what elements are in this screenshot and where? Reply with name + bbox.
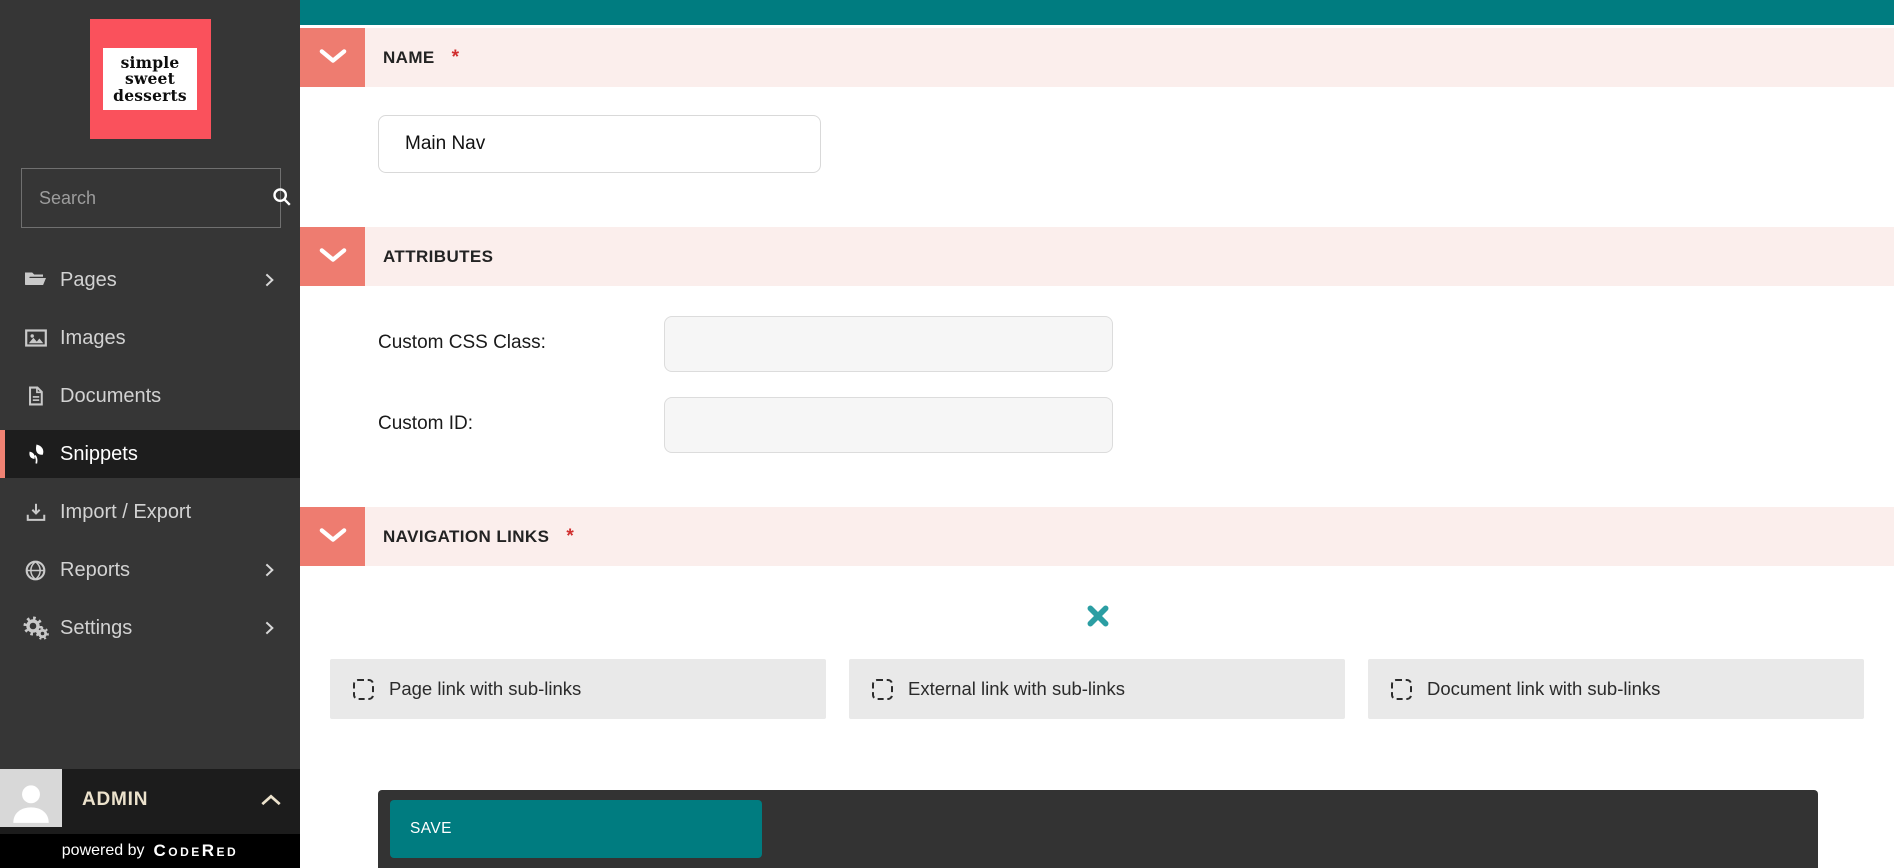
sidebar: simple sweet desserts Pages bbox=[0, 0, 300, 868]
codered-logo: CodeRed bbox=[153, 841, 239, 860]
logo-line: desserts bbox=[113, 85, 187, 105]
top-teal-bar bbox=[300, 0, 1894, 25]
document-icon bbox=[22, 384, 49, 408]
powered-by-bar: powered by CodeRed bbox=[0, 834, 300, 868]
sidebar-item-pages[interactable]: Pages bbox=[0, 256, 300, 304]
user-name: ADMIN bbox=[82, 789, 149, 810]
add-page-link-button[interactable]: Page link with sub-links bbox=[330, 659, 826, 719]
sidebar-item-label: Snippets bbox=[60, 442, 138, 465]
sidebar-item-label: Documents bbox=[60, 384, 162, 407]
site-logo[interactable]: simple sweet desserts bbox=[89, 19, 211, 139]
sidebar-item-documents[interactable]: Documents bbox=[0, 372, 300, 420]
sidebar-item-reports[interactable]: Reports bbox=[0, 546, 300, 594]
sidebar-item-images[interactable]: Images bbox=[0, 314, 300, 362]
section-title: NAVIGATION LINKS bbox=[383, 526, 550, 546]
add-button-label: Document link with sub-links bbox=[1427, 678, 1661, 699]
block-placeholder-icon bbox=[353, 678, 374, 700]
custom-css-class-label: Custom CSS Class: bbox=[378, 332, 546, 353]
sidebar-item-label: Settings bbox=[60, 616, 133, 639]
section-title: ATTRIBUTES bbox=[383, 246, 494, 266]
section-header-navigation-links: NAVIGATION LINKS * bbox=[300, 507, 1894, 566]
main-content: NAME * ATTRIBUTES Custom CSS Class: Cust… bbox=[300, 0, 1894, 868]
section-band: NAVIGATION LINKS * bbox=[365, 507, 1894, 566]
chevron-down-icon bbox=[319, 527, 347, 546]
required-asterisk: * bbox=[451, 46, 460, 68]
section-header-attributes: ATTRIBUTES bbox=[300, 227, 1894, 286]
add-button-label: Page link with sub-links bbox=[389, 678, 582, 699]
add-link-buttons-row: Page link with sub-links External link w… bbox=[330, 659, 1864, 719]
collapse-button[interactable] bbox=[300, 227, 365, 286]
folder-icon bbox=[22, 269, 49, 291]
block-placeholder-icon bbox=[1391, 678, 1412, 700]
search-button[interactable] bbox=[271, 169, 293, 227]
user-account-row[interactable]: ADMIN bbox=[0, 769, 300, 834]
image-icon bbox=[22, 326, 49, 350]
save-button[interactable]: SAVE bbox=[390, 800, 762, 858]
globe-icon bbox=[22, 559, 49, 582]
chevron-right-icon bbox=[260, 270, 278, 295]
add-button-label: External link with sub-links bbox=[908, 678, 1125, 699]
name-field[interactable] bbox=[378, 115, 821, 173]
sidebar-item-label: Images bbox=[60, 326, 126, 349]
form-actions-bar: SAVE bbox=[378, 790, 1818, 868]
section-band: NAME * bbox=[365, 28, 1894, 87]
chevron-down-icon bbox=[319, 48, 347, 67]
sidebar-item-label: Import / Export bbox=[60, 500, 192, 523]
snippet-icon bbox=[22, 442, 49, 466]
chevron-right-icon bbox=[260, 618, 278, 643]
chevron-right-icon bbox=[260, 560, 278, 585]
sidebar-item-label: Pages bbox=[60, 268, 117, 291]
sidebar-item-settings[interactable]: Settings bbox=[0, 604, 300, 652]
block-placeholder-icon bbox=[872, 678, 893, 700]
close-icon bbox=[1086, 605, 1110, 631]
custom-id-label: Custom ID: bbox=[378, 413, 474, 434]
required-asterisk: * bbox=[566, 525, 574, 547]
search-icon bbox=[271, 186, 293, 211]
chevron-down-icon bbox=[319, 247, 347, 266]
section-band: ATTRIBUTES bbox=[365, 227, 1894, 286]
powered-by-text: powered by bbox=[61, 842, 145, 859]
search-input[interactable] bbox=[22, 187, 271, 209]
chevron-up-icon[interactable] bbox=[260, 793, 282, 812]
custom-css-class-field[interactable] bbox=[664, 316, 1113, 372]
sidebar-search bbox=[21, 168, 291, 228]
download-icon bbox=[22, 501, 49, 524]
add-external-link-button[interactable]: External link with sub-links bbox=[849, 659, 1345, 719]
section-header-name: NAME * bbox=[300, 28, 1894, 87]
sidebar-nav: Pages Images Documents Snippets Import /… bbox=[0, 256, 300, 652]
section-title: NAME bbox=[383, 47, 435, 67]
gears-icon bbox=[22, 616, 49, 640]
avatar bbox=[0, 769, 62, 827]
sidebar-item-label: Reports bbox=[60, 558, 131, 581]
sidebar-item-snippets[interactable]: Snippets bbox=[0, 430, 300, 478]
add-document-link-button[interactable]: Document link with sub-links bbox=[1368, 659, 1864, 719]
app-root: simple sweet desserts Pages bbox=[0, 0, 1894, 868]
collapse-button[interactable] bbox=[300, 507, 365, 566]
custom-id-field[interactable] bbox=[664, 397, 1113, 453]
sidebar-item-import-export[interactable]: Import / Export bbox=[0, 488, 300, 536]
remove-block-button[interactable] bbox=[1085, 604, 1111, 630]
site-logo-text: simple sweet desserts bbox=[103, 47, 197, 111]
collapse-button[interactable] bbox=[300, 28, 365, 87]
